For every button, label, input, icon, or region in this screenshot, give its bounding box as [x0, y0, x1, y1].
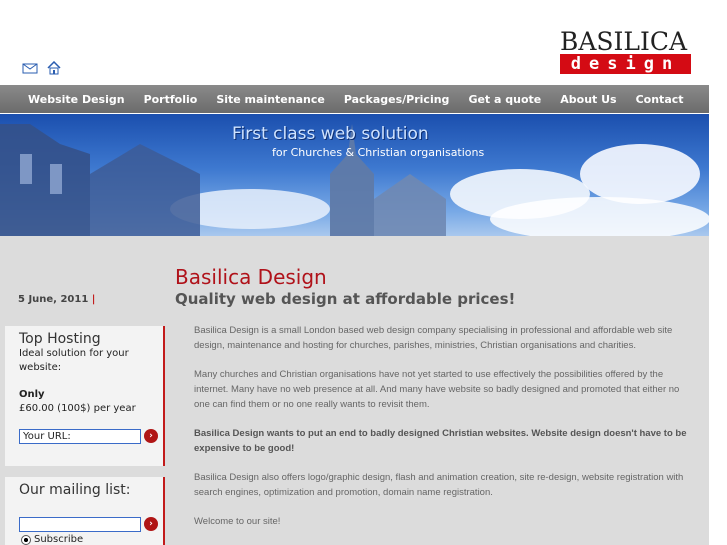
nav-portfolio[interactable]: Portfolio [144, 93, 198, 106]
intro-paragraph-emphasis: Basilica Design wants to put an end to b… [194, 428, 687, 454]
intro-paragraph: Basilica Design also offers logo/graphic… [194, 472, 684, 498]
hosting-title: Top Hosting [19, 331, 101, 347]
page-subtitle: Quality web design at affordable prices! [175, 290, 516, 308]
date-stamp: 5 June, 2011 | [18, 294, 95, 305]
hosting-url-input[interactable]: Your URL: [19, 429, 141, 444]
intro-paragraph: Basilica Design is a small London based … [194, 325, 673, 351]
date-separator: | [91, 294, 96, 305]
intro-paragraph: Many churches and Christian organisation… [194, 369, 680, 410]
mailing-email-input[interactable] [19, 517, 141, 532]
mailing-title: Our mailing list: [19, 482, 131, 498]
date-text: 5 June, 2011 [18, 294, 89, 305]
hosting-only-label: Only [19, 389, 45, 400]
logo-wordmark: BASILICA [560, 27, 688, 56]
subscribe-option[interactable]: Subscribe [21, 534, 83, 545]
home-icon[interactable] [46, 60, 62, 75]
main-nav: Website Design Portfolio Site maintenanc… [0, 85, 709, 113]
nav-get-a-quote[interactable]: Get a quote [468, 93, 541, 106]
nav-contact[interactable]: Contact [636, 93, 684, 106]
banner-headline: First class web solution [232, 124, 429, 144]
hosting-go-button[interactable]: › [144, 429, 158, 443]
mailing-go-button[interactable]: › [144, 517, 158, 531]
nav-packages-pricing[interactable]: Packages/Pricing [344, 93, 450, 106]
welcome-line: Welcome to our site! [194, 516, 281, 527]
site-logo[interactable]: BASILICA design [558, 18, 693, 76]
subscribe-label: Subscribe [34, 534, 84, 545]
intro-text: Basilica Design is a small London based … [194, 323, 694, 543]
hero-banner: First class web solution for Churches & … [0, 114, 709, 236]
banner-subline: for Churches & Christian organisations [272, 146, 485, 159]
hosting-panel: Top Hosting Ideal solution for your webs… [5, 326, 165, 466]
hosting-description: Ideal solution for your website: [19, 348, 129, 373]
page-title: Basilica Design [175, 265, 327, 289]
hosting-price: £60.00 (100$) per year [19, 403, 136, 414]
top-icons [22, 60, 62, 75]
mailing-panel: Our mailing list: › Subscribe [5, 477, 165, 545]
nav-site-maintenance[interactable]: Site maintenance [216, 93, 325, 106]
logo-subtitle: design [560, 54, 691, 74]
nav-about-us[interactable]: About Us [560, 93, 616, 106]
mail-icon[interactable] [22, 60, 38, 74]
radio-selected-icon[interactable] [21, 534, 31, 545]
nav-website-design[interactable]: Website Design [28, 93, 125, 106]
